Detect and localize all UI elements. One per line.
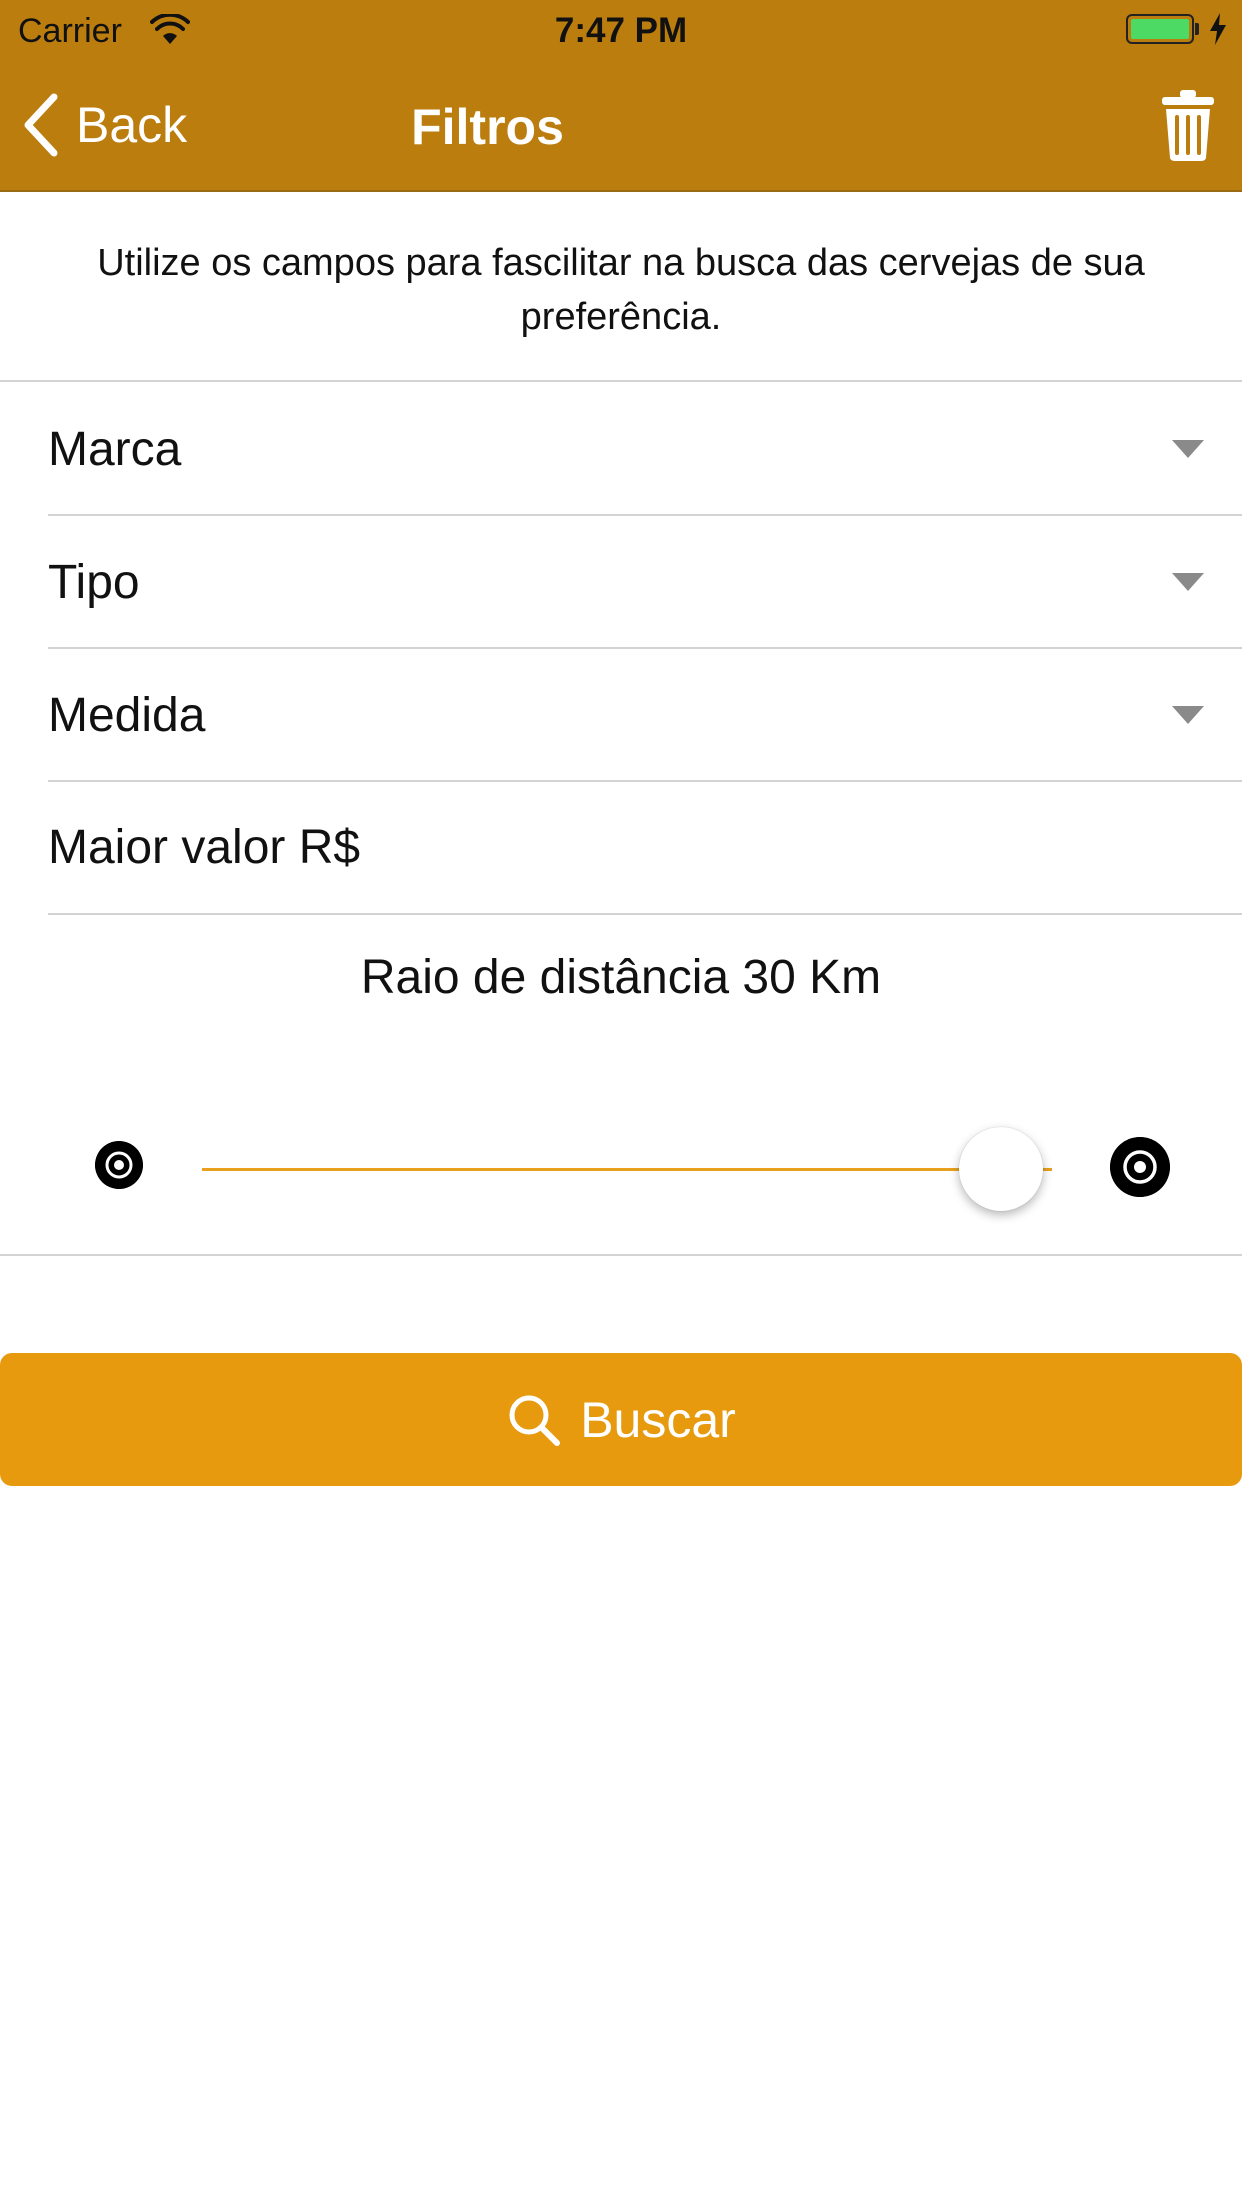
distance-label: Raio de distância 30 Km <box>360 951 882 1004</box>
type-dropdown[interactable]: Tipo <box>0 515 1242 647</box>
battery-tip <box>1195 23 1199 35</box>
type-label: Tipo <box>48 556 140 609</box>
brand-label: Marca <box>48 423 182 476</box>
caret-down-icon <box>1172 706 1204 724</box>
max-price-row <box>0 781 1242 913</box>
status-bar: Carrier 7:47 PM <box>0 0 1242 60</box>
trash-icon[interactable] <box>1160 88 1216 162</box>
search-label: Buscar <box>580 1391 736 1448</box>
target-large-icon <box>1110 1137 1170 1197</box>
caret-down-icon <box>1172 573 1204 591</box>
brand-dropdown[interactable]: Marca <box>0 382 1242 514</box>
divider <box>0 1254 1242 1256</box>
chevron-left-icon <box>24 93 58 157</box>
page-title: Filtros <box>411 99 564 155</box>
back-label: Back <box>76 97 188 153</box>
max-price-input[interactable] <box>48 809 1198 885</box>
size-label: Medida <box>48 689 206 742</box>
size-dropdown[interactable]: Medida <box>0 648 1242 780</box>
app-header: Carrier 7:47 PM Back Filtros <box>0 0 1242 192</box>
charging-bolt-icon <box>1210 13 1226 45</box>
back-button[interactable]: Back <box>20 90 187 160</box>
target-small-icon <box>95 1141 143 1189</box>
intro-text: Utilize os campos para fascilitar na bus… <box>97 242 1145 338</box>
navigation-bar: Back Filtros <box>0 60 1242 190</box>
distance-slider-track[interactable] <box>202 1168 1052 1171</box>
search-button[interactable]: Buscar <box>0 1353 1242 1486</box>
battery-icon <box>1126 14 1194 44</box>
caret-down-icon <box>1172 440 1204 458</box>
search-icon <box>509 1395 561 1446</box>
status-time: 7:47 PM <box>554 11 688 50</box>
divider <box>48 913 1242 915</box>
distance-slider-thumb[interactable] <box>959 1127 1043 1211</box>
